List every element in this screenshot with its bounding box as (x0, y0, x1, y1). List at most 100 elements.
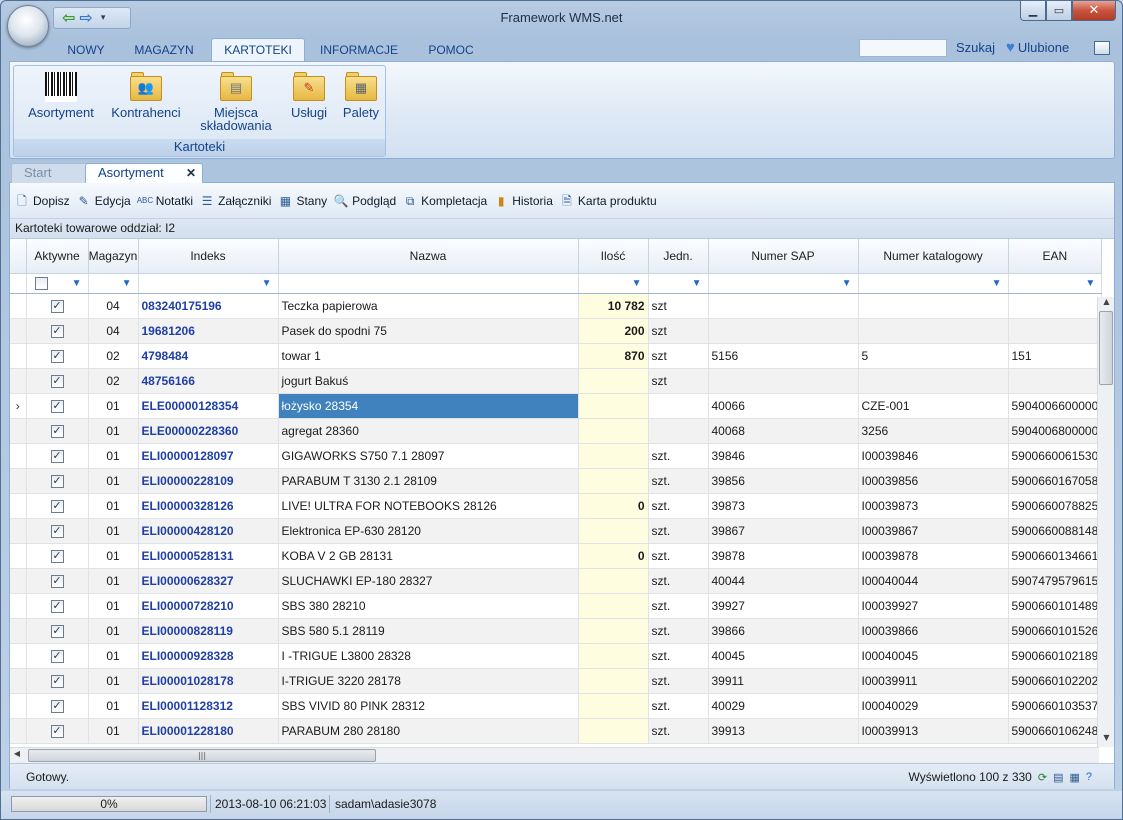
row-indicator[interactable] (10, 293, 27, 319)
row-indicator[interactable] (10, 468, 27, 494)
cell-nazwa[interactable]: SBS 580 5.1 28119 (278, 618, 579, 644)
cell-numer-sap[interactable]: 39913 (708, 718, 859, 744)
refresh-icon[interactable]: ⟳ (1038, 771, 1047, 784)
cell-jedn[interactable]: szt. (648, 643, 709, 669)
table-row[interactable]: ✓ 01 ELI00000828119 SBS 580 5.1 28119 szt. 39… (10, 618, 1103, 644)
cell-indeks[interactable]: ELI00000328126 (138, 493, 279, 519)
cell-ilosc[interactable] (578, 593, 649, 619)
cell-nazwa[interactable]: I-TRIGUE 3220 28178 (278, 668, 579, 694)
cell-aktywne[interactable]: ✓ (26, 643, 89, 669)
cell-aktywne[interactable]: ✓ (26, 368, 89, 394)
filter-cell-ean[interactable]: ▼ (1008, 273, 1103, 294)
active-checkbox[interactable]: ✓ (50, 600, 64, 613)
cell-jedn[interactable]: szt. (648, 468, 709, 494)
cell-numer-sap[interactable] (708, 293, 859, 319)
cell-aktywne[interactable]: ✓ (26, 693, 89, 719)
cell-nazwa[interactable]: Teczka papierowa (278, 293, 579, 319)
filter-cell-jedn[interactable]: ▼ (648, 273, 709, 294)
search-input[interactable] (859, 39, 947, 57)
cell-jedn[interactable]: szt (648, 368, 709, 394)
table-row[interactable]: ✓ 01 ELI00000128097 GIGAWORKS S750 7.1 2809… (10, 443, 1103, 469)
col-magazyn[interactable]: Magazyn (88, 239, 139, 274)
cell-nazwa[interactable]: Pasek do spodni 75 (278, 318, 579, 344)
cell-indeks[interactable]: ELI00001228180 (138, 718, 279, 744)
podglad-button[interactable]: 🔍 Podgląd (333, 193, 397, 209)
cell-ean[interactable] (1008, 318, 1103, 344)
cell-ilosc[interactable] (578, 643, 649, 669)
zalaczniki-button[interactable]: ☰ Załączniki (199, 193, 272, 209)
uslugi-button[interactable]: ✎ Usługi (284, 70, 334, 119)
active-checkbox[interactable]: ✓ (50, 475, 64, 488)
cell-numer-sap[interactable]: 39866 (708, 618, 859, 644)
cell-nazwa[interactable]: agregat 28360 (278, 418, 579, 444)
active-checkbox[interactable]: ✓ (50, 350, 64, 363)
cell-magazyn[interactable]: 01 (88, 443, 139, 469)
cell-jedn[interactable] (648, 418, 709, 444)
active-checkbox[interactable]: ✓ (50, 575, 64, 588)
scroll-up-icon[interactable]: ▲ (1098, 297, 1115, 311)
filter-icon[interactable]: ▼ (992, 278, 1002, 289)
row-indicator[interactable] (10, 593, 27, 619)
kompletacja-button[interactable]: ⧉ Kompletacja (402, 193, 487, 209)
cell-ean[interactable] (1008, 368, 1103, 394)
dopisz-button[interactable]: 🗋 Dopisz (14, 193, 70, 209)
asortyment-button[interactable]: Asortyment (22, 70, 100, 119)
cell-magazyn[interactable]: 01 (88, 543, 139, 569)
col-aktywne[interactable]: Aktywne (26, 239, 89, 274)
cell-indeks[interactable]: ELI00001128312 (138, 693, 279, 719)
tab-pomoc[interactable]: POMOC (417, 41, 485, 61)
cell-nazwa[interactable]: PARABUM T 3130 2.1 28109 (278, 468, 579, 494)
cell-ilosc[interactable]: 870 (578, 343, 649, 369)
table-row[interactable]: ✓ 01 ELI00001228180 PARABUM 280 28180 szt. 39… (10, 718, 1103, 744)
cell-ilosc[interactable] (578, 618, 649, 644)
cell-ilosc[interactable] (578, 368, 649, 394)
table-row[interactable]: ✓ 01 ELE00000228360 agregat 28360 40068 3256 5… (10, 418, 1103, 444)
filter-icon[interactable]: ▼ (692, 278, 702, 289)
cell-numer-katalogowy[interactable]: I00040029 (858, 693, 1009, 719)
cell-nazwa[interactable]: I -TRIGUE L3800 28328 (278, 643, 579, 669)
cell-numer-sap[interactable]: 40029 (708, 693, 859, 719)
col-jedn[interactable]: Jedn. (648, 239, 709, 274)
cell-nazwa[interactable]: SBS 380 28210 (278, 593, 579, 619)
cell-magazyn[interactable]: 04 (88, 293, 139, 319)
cell-indeks[interactable]: ELI00000828119 (138, 618, 279, 644)
row-indicator[interactable] (10, 668, 27, 694)
cell-numer-katalogowy[interactable]: I00039927 (858, 593, 1009, 619)
cell-numer-katalogowy[interactable]: I00039911 (858, 668, 1009, 694)
cell-numer-katalogowy[interactable]: 3256 (858, 418, 1009, 444)
tab-informacje[interactable]: INFORMACJE (311, 41, 407, 61)
cell-jedn[interactable]: szt. (648, 618, 709, 644)
cell-aktywne[interactable]: ✓ (26, 318, 89, 344)
col-numer-sap[interactable]: Numer SAP (708, 239, 859, 274)
cell-magazyn[interactable]: 02 (88, 343, 139, 369)
filter-icon[interactable]: ▼ (262, 278, 272, 289)
cell-indeks[interactable]: 48756166 (138, 368, 279, 394)
table-row[interactable]: › ✓ 01 ELE00000128354 łożysko 28354 40066 CZE-… (10, 393, 1103, 419)
cell-ean[interactable]: 5900660167058 (1008, 468, 1103, 494)
cell-nazwa[interactable]: KOBA V 2 GB 28131 (278, 543, 579, 569)
application-menu-button[interactable] (7, 5, 49, 47)
cell-ilosc[interactable]: 200 (578, 318, 649, 344)
cell-nazwa[interactable]: jogurt Bakuś (278, 368, 579, 394)
cell-magazyn[interactable]: 01 (88, 468, 139, 494)
cell-ean[interactable]: 5900660134661 (1008, 543, 1103, 569)
table-row[interactable]: ✓ 01 ELI00000328126 LIVE! ULTRA FOR NOTEBOO… (10, 493, 1103, 519)
table-row[interactable]: ✓ 01 ELI00000228109 PARABUM T 3130 2.1 2810… (10, 468, 1103, 494)
cell-ilosc[interactable] (578, 468, 649, 494)
cell-aktywne[interactable]: ✓ (26, 543, 89, 569)
row-indicator[interactable] (10, 418, 27, 444)
cell-numer-sap[interactable]: 39867 (708, 518, 859, 544)
palety-button[interactable]: ▦ Palety (338, 70, 384, 119)
cell-ilosc[interactable] (578, 668, 649, 694)
settings-grid-icon[interactable]: ▦ (1069, 771, 1079, 784)
cell-indeks[interactable]: 4798484 (138, 343, 279, 369)
row-indicator[interactable] (10, 518, 27, 544)
cell-numer-sap[interactable]: 40044 (708, 568, 859, 594)
cell-indeks[interactable]: ELE00000228360 (138, 418, 279, 444)
cell-ean[interactable]: 5900660103537 (1008, 693, 1103, 719)
cell-nazwa[interactable]: SLUCHAWKI EP-180 28327 (278, 568, 579, 594)
cell-indeks[interactable]: ELI00000628327 (138, 568, 279, 594)
tab-magazyn[interactable]: MAGAZYN (121, 41, 207, 61)
active-checkbox[interactable]: ✓ (50, 325, 64, 338)
cell-numer-sap[interactable]: 39873 (708, 493, 859, 519)
